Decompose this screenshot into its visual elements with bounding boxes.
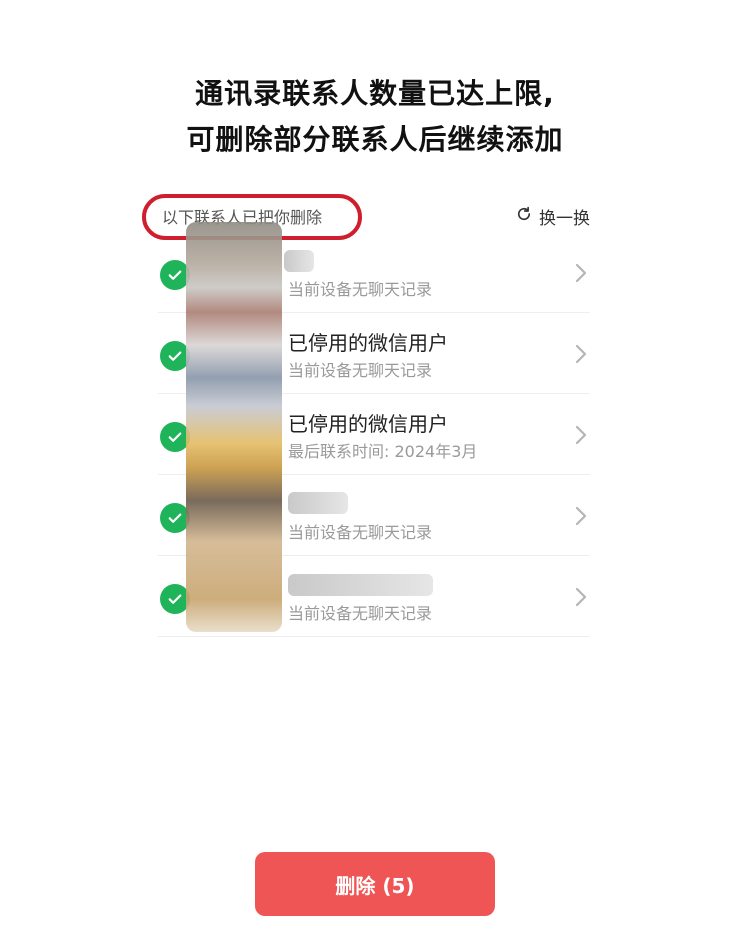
contact-name: 已停用的微信用户 <box>288 412 448 436</box>
contact-subtitle: 当前设备无聊天记录 <box>288 604 433 623</box>
refresh-icon <box>515 205 533 228</box>
delete-button[interactable]: 删除 (5) <box>255 852 495 916</box>
blurred-name <box>288 492 348 514</box>
chevron-right-icon <box>575 344 587 364</box>
chevron-right-icon <box>575 425 587 445</box>
refresh-button[interactable]: 换一换 <box>515 204 590 229</box>
refresh-label: 换一换 <box>539 209 590 229</box>
chevron-right-icon <box>575 263 587 283</box>
contact-subtitle: 当前设备无聊天记录 <box>288 523 433 542</box>
contact-subtitle: 最后联系时间: 2024年3月 <box>288 442 478 461</box>
contact-name: 已停用的微信用户 <box>288 331 448 355</box>
blurred-name <box>284 250 314 272</box>
blurred-name <box>288 574 433 596</box>
page-title-line2: 可删除部分联系人后继续添加 <box>186 123 564 156</box>
chevron-right-icon <box>575 506 587 526</box>
chevron-right-icon <box>575 587 587 607</box>
delete-contacts-page: 通讯录联系人数量已达上限, 可删除部分联系人后继续添加 以下联系人已把你删除 换… <box>0 0 750 933</box>
blurred-avatars <box>186 222 282 632</box>
contact-subtitle: 当前设备无聊天记录 <box>288 280 433 299</box>
contact-subtitle: 当前设备无聊天记录 <box>288 361 433 380</box>
page-title-line1: 通讯录联系人数量已达上限, <box>195 77 555 110</box>
